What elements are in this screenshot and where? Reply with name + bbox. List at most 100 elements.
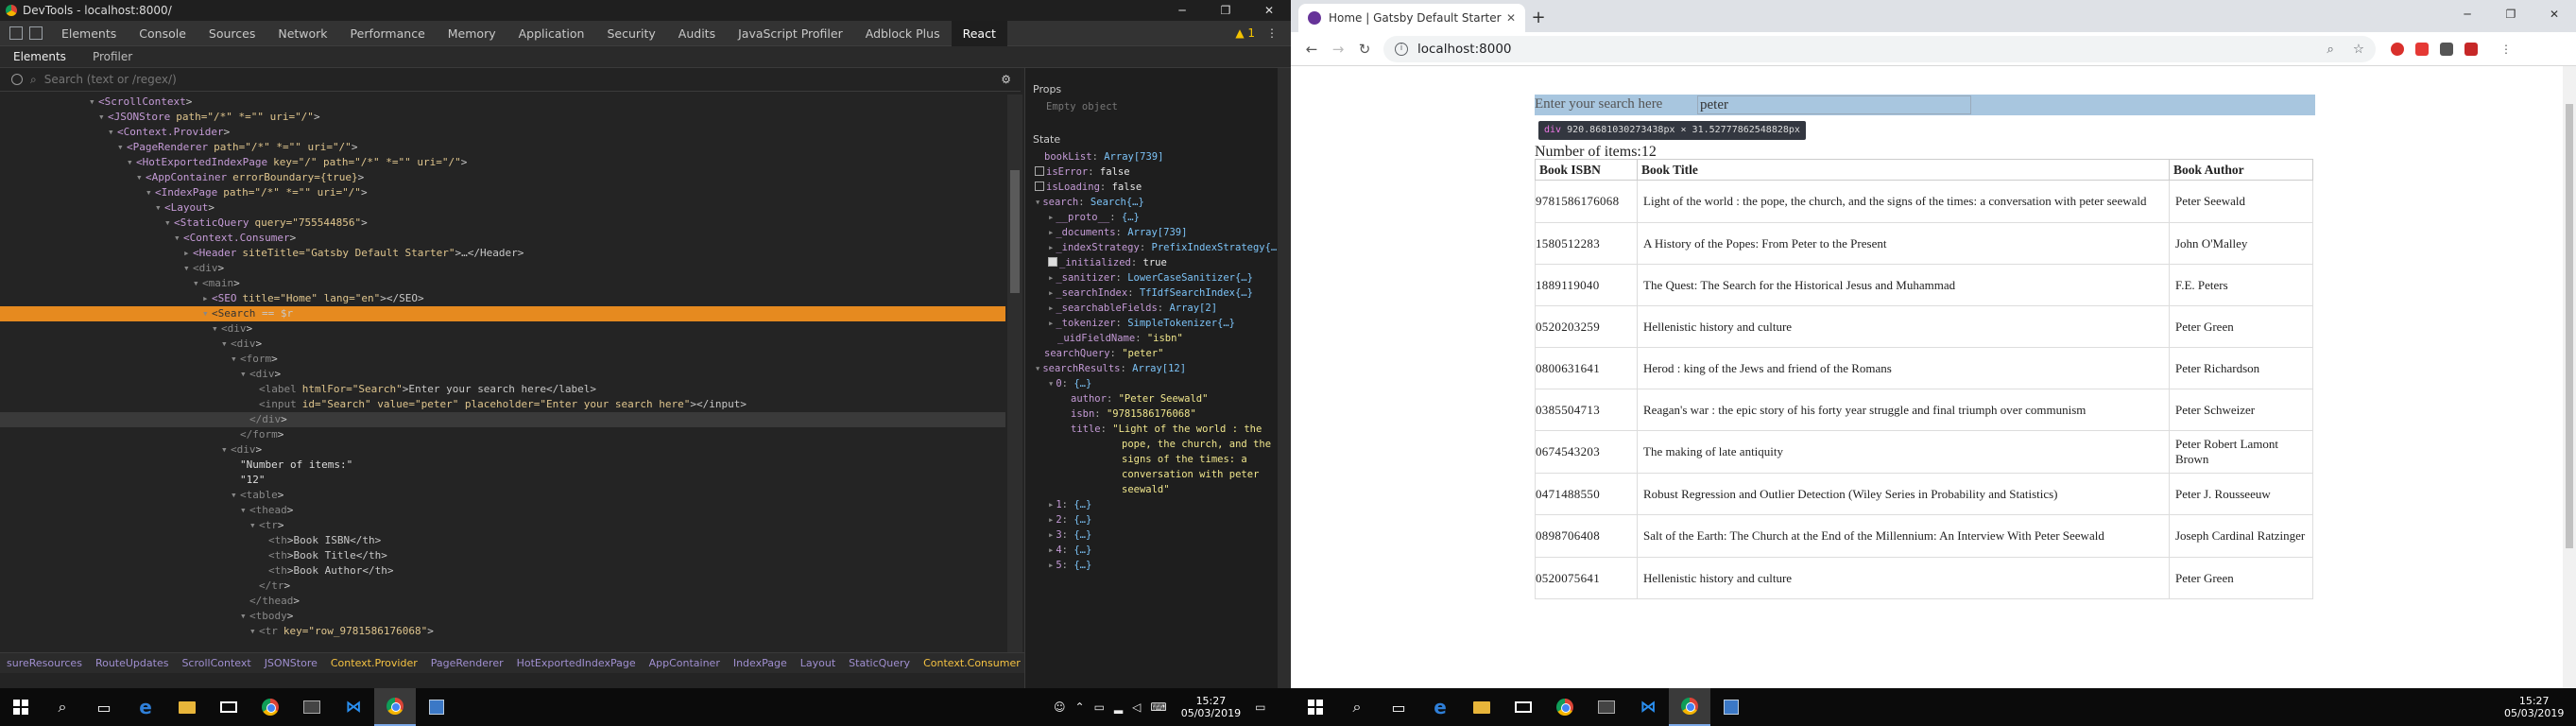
tree-node[interactable]: ▾ <table> — [0, 488, 1005, 503]
forward-icon[interactable]: → — [1325, 41, 1351, 58]
tree-scrollbar[interactable] — [1007, 95, 1022, 652]
devtools-tab-performance[interactable]: Performance — [339, 21, 437, 46]
tree-node[interactable]: ▾ <div> — [0, 261, 1005, 276]
state-row[interactable]: signs of the times: a — [1025, 452, 1291, 467]
breadcrumb-item[interactable]: StaticQuery — [842, 657, 917, 669]
tree-node[interactable]: ▾ <div> — [0, 367, 1005, 382]
tree-node[interactable]: ▾ <div> — [0, 442, 1005, 458]
chrome-active-icon[interactable] — [374, 688, 416, 726]
state-row[interactable]: ▸ _searchableFields: Array[2] — [1025, 301, 1291, 316]
expand-triangle-icon[interactable]: ▾ — [89, 95, 98, 110]
state-row[interactable]: bookList: Array[739] — [1025, 149, 1291, 164]
tree-node[interactable]: ▾ <Context.Provider> — [0, 125, 1005, 140]
adblock-extension-icon[interactable] — [2391, 42, 2404, 56]
page-scrollbar[interactable] — [2563, 66, 2576, 688]
person-icon[interactable]: ☺ — [1054, 700, 1066, 714]
close-button[interactable]: ✕ — [1247, 4, 1291, 17]
browser-menu-icon[interactable]: ⋮ — [2500, 43, 2512, 56]
state-row[interactable]: searchQuery: "peter" — [1025, 346, 1291, 361]
state-row[interactable]: _initialized: true — [1025, 255, 1291, 270]
state-row[interactable]: pope, the church, and the — [1025, 437, 1291, 452]
state-row[interactable]: _uidFieldName: "isbn" — [1025, 331, 1291, 346]
state-row[interactable]: conversation with peter — [1025, 467, 1291, 482]
tree-node[interactable]: ▾ <thead> — [0, 503, 1005, 518]
device-toolbar-icon[interactable] — [29, 26, 43, 40]
state-row[interactable]: ▸ _searchIndex: TfIdfSearchIndex{…} — [1025, 285, 1291, 301]
breadcrumb-item[interactable]: JSONStore — [258, 657, 324, 669]
expand-triangle-icon[interactable]: ▾ — [202, 306, 212, 321]
expand-triangle-icon[interactable]: ▾ — [174, 231, 183, 246]
breadcrumb-item[interactable]: Layout — [794, 657, 842, 669]
subtab-profiler[interactable]: Profiler — [79, 50, 146, 63]
edge-icon-2[interactable]: e — [1419, 688, 1461, 726]
browser-maximize-button[interactable]: ❐ — [2489, 0, 2533, 28]
tree-node[interactable]: ▾ <tr key="row_9781586176068"> — [0, 624, 1005, 639]
devtools-tab-adblock-plus[interactable]: Adblock Plus — [854, 21, 952, 46]
tree-node[interactable]: ▾ <HotExportedIndexPage key="/" path="/*" … — [0, 155, 1005, 170]
settings-gear-icon[interactable]: ⚙ — [1001, 73, 1011, 86]
breadcrumb-item[interactable]: PageRenderer — [424, 657, 510, 669]
tree-node[interactable]: </div> — [0, 412, 1005, 427]
url-text[interactable]: localhost:8000 — [1417, 42, 1512, 57]
expand-triangle-icon[interactable]: ▾ — [221, 337, 231, 352]
search-icon[interactable]: ⌕ — [42, 688, 83, 726]
select-element-icon[interactable] — [11, 74, 23, 85]
devtools-tab-network[interactable]: Network — [266, 21, 338, 46]
start-button-2[interactable] — [1295, 688, 1336, 726]
expand-triangle-icon[interactable]: ▾ — [117, 140, 127, 155]
expand-triangle-icon[interactable]: ▾ — [240, 367, 249, 382]
expand-triangle-icon[interactable]: ▾ — [146, 185, 155, 200]
expand-triangle-icon[interactable]: ▾ — [240, 503, 249, 518]
chrome-taskbar-icon[interactable] — [249, 688, 291, 726]
devtools-tab-application[interactable]: Application — [507, 21, 596, 46]
search-input[interactable] — [1697, 95, 1971, 114]
expand-triangle-icon[interactable]: ▾ — [193, 276, 202, 291]
expand-triangle-icon[interactable]: ▾ — [221, 442, 231, 458]
browser-tab[interactable]: Home | Gatsby Default Starter ✕ — [1298, 4, 1525, 32]
youtube-extension-icon[interactable] — [2415, 42, 2429, 56]
expand-triangle-icon[interactable]: ▾ — [155, 200, 164, 216]
reload-icon[interactable]: ↻ — [1351, 41, 1378, 58]
vscode-icon[interactable]: ⋈ — [333, 688, 374, 726]
props-scrollbar[interactable] — [1278, 68, 1291, 688]
task-view-icon[interactable]: ▭ — [83, 688, 125, 726]
breadcrumb-item[interactable]: AppContainer — [643, 657, 727, 669]
state-row[interactable]: ▸ _sanitizer: LowerCaseSanitizer{…} — [1025, 270, 1291, 285]
start-button[interactable] — [0, 688, 42, 726]
chrome-active-icon-2[interactable] — [1669, 688, 1710, 726]
breadcrumb-item[interactable]: IndexPage — [727, 657, 794, 669]
bookmark-star-icon[interactable]: ☆ — [2353, 42, 2364, 57]
devtools-tab-console[interactable]: Console — [128, 21, 197, 46]
terminal-icon[interactable] — [291, 688, 333, 726]
state-row[interactable]: seewald" — [1025, 482, 1291, 497]
chevron-up-icon[interactable]: ⌃ — [1075, 700, 1085, 714]
expand-triangle-icon[interactable]: ▾ — [249, 624, 259, 639]
collapse-triangle-icon[interactable]: ▸ — [202, 291, 212, 306]
state-row[interactable]: ▾ 0: {…} — [1025, 376, 1291, 391]
tree-node[interactable]: ▾ <main> — [0, 276, 1005, 291]
collapse-triangle-icon[interactable]: ▸ — [1048, 560, 1054, 571]
tree-node[interactable]: <th>Book ISBN</th> — [0, 533, 1005, 548]
tree-node[interactable]: <th>Book Title</th> — [0, 548, 1005, 563]
collapse-triangle-icon[interactable]: ▸ — [1048, 242, 1054, 253]
state-row[interactable]: isError: false — [1025, 164, 1291, 180]
breadcrumb-item[interactable]: HotExportedIndexPage — [510, 657, 643, 669]
state-row[interactable]: ▸ 3: {…} — [1025, 527, 1291, 543]
collapse-triangle-icon[interactable]: ▸ — [1048, 302, 1054, 314]
state-row[interactable]: ▸ _documents: Array[739] — [1025, 225, 1291, 240]
tree-node[interactable]: ▾ <Context.Consumer> — [0, 231, 1005, 246]
collapse-triangle-icon[interactable]: ▸ — [1048, 227, 1054, 238]
expand-triangle-icon[interactable]: ▾ — [127, 155, 136, 170]
tree-node[interactable]: <input id="Search" value="peter" placehol… — [0, 397, 1005, 412]
devtools-tab-sources[interactable]: Sources — [197, 21, 266, 46]
expand-triangle-icon[interactable]: ▾ — [108, 125, 117, 140]
battery-icon[interactable]: ▭ — [1094, 700, 1105, 714]
tree-node[interactable]: </thead> — [0, 594, 1005, 609]
expand-triangle-icon[interactable]: ▾ — [1048, 378, 1054, 389]
state-row[interactable]: isLoading: false — [1025, 180, 1291, 195]
tree-node[interactable]: ▾ <div> — [0, 337, 1005, 352]
minimize-button[interactable]: ─ — [1160, 4, 1204, 17]
expand-triangle-icon[interactable]: ▾ — [164, 216, 174, 231]
more-options-icon[interactable]: ⋮ — [1266, 26, 1278, 40]
browser-close-button[interactable]: ✕ — [2533, 0, 2576, 28]
